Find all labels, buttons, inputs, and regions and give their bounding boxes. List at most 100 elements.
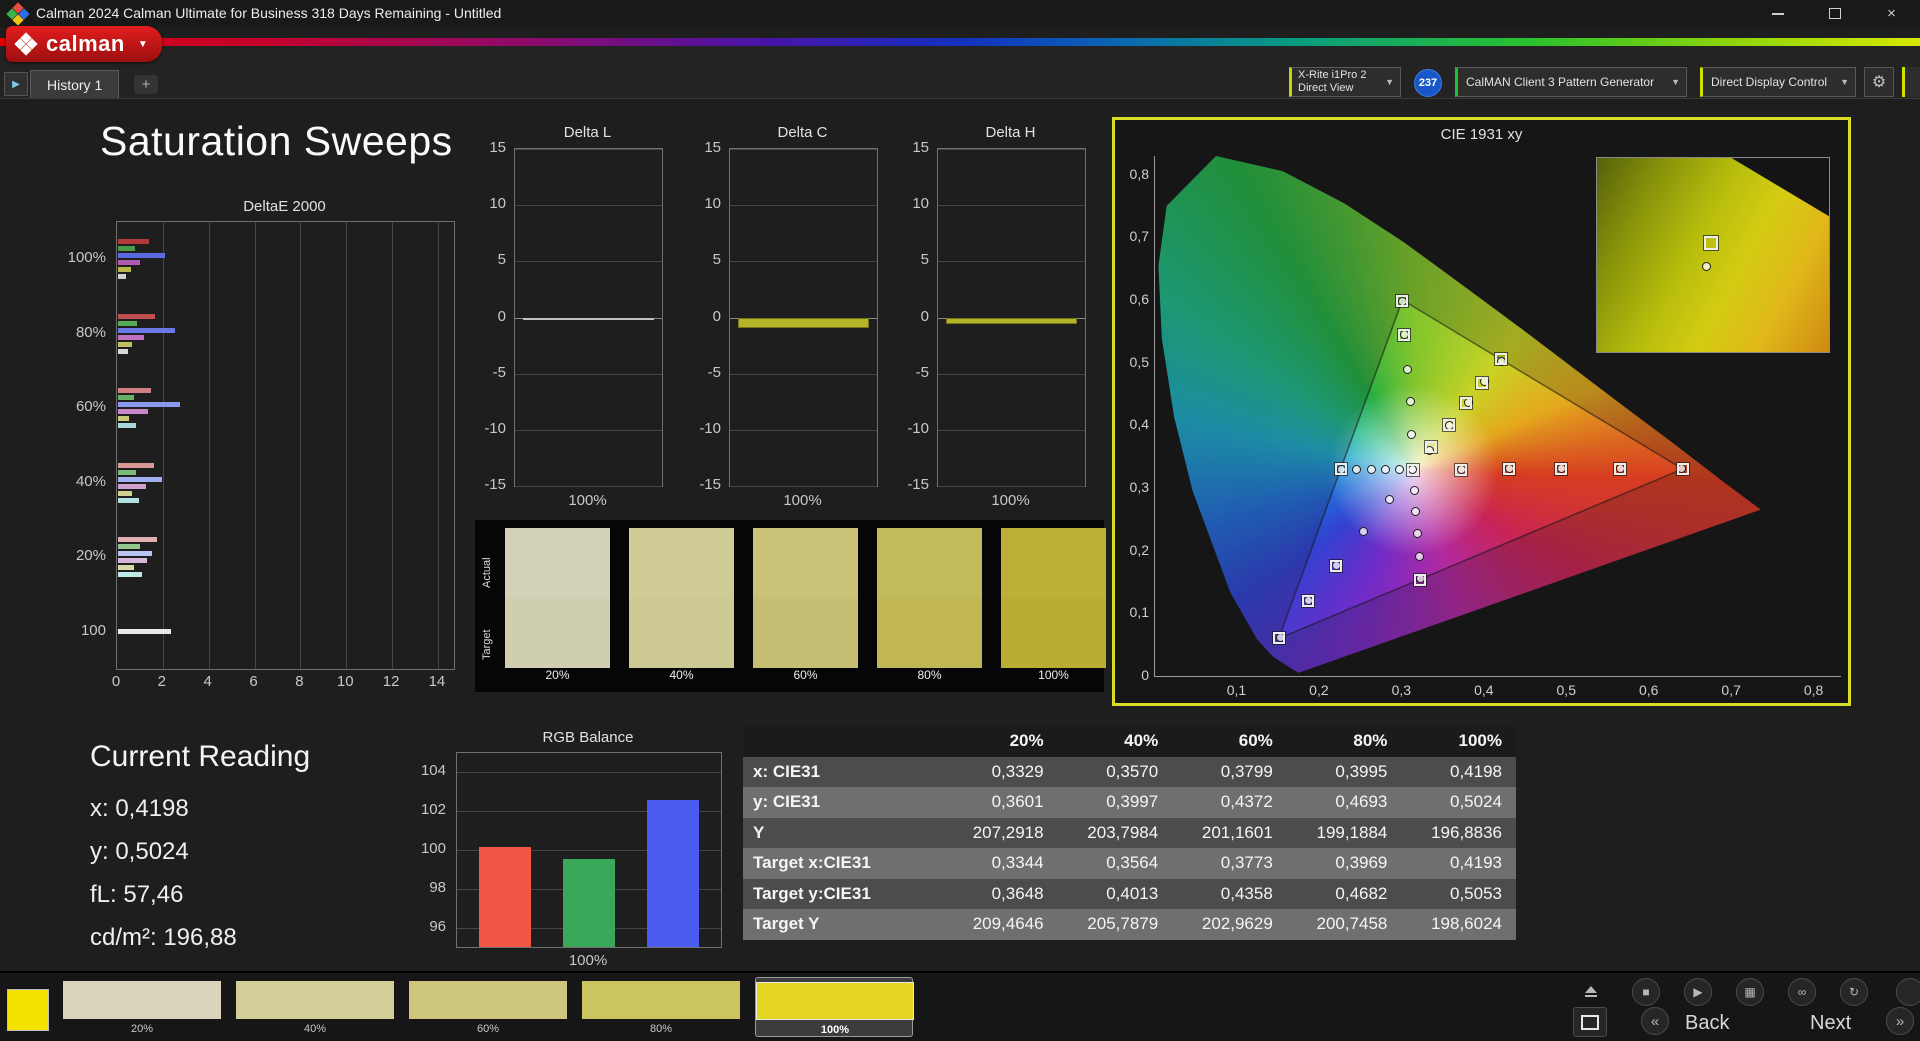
save-button[interactable]: ▦	[1736, 978, 1764, 1006]
delta-c-x-label: 100%	[783, 492, 822, 509]
x-tick-label: 0,1	[1226, 682, 1247, 698]
target-point	[1494, 353, 1507, 366]
saturation-level-label: 60%	[476, 1023, 500, 1035]
y-tick-label: 15	[912, 139, 929, 156]
y-tick-label: 0	[497, 307, 506, 325]
target-row-label: Target	[481, 629, 493, 661]
deltae-y-axis: 100% 80% 60% 40% 20% 100	[40, 221, 110, 668]
chevron-down-icon: ▼	[1671, 77, 1680, 87]
next-chevron-button[interactable]: »	[1886, 1007, 1914, 1035]
gridline	[730, 373, 877, 375]
table-header-row: 20% 40% 60% 80% 100%	[743, 726, 1516, 757]
y-tick-label: 40%	[75, 472, 106, 490]
actual-row-label: Actual	[481, 557, 493, 589]
gridline	[730, 261, 877, 263]
table-cell: 0,4013	[1106, 883, 1159, 903]
saturation-level-button[interactable]: 20%	[63, 977, 221, 1037]
y-tick-label: -10	[484, 419, 506, 437]
table-cell: 202,9629	[1201, 914, 1273, 933]
gridline	[515, 373, 662, 375]
gridline	[730, 429, 877, 431]
saturation-level-label: 20%	[130, 1023, 154, 1035]
y-tick-label: 15	[704, 139, 721, 156]
gridline	[300, 222, 302, 669]
x-tick-label: 10	[336, 673, 354, 690]
saturation-level-button[interactable]: 80%	[582, 977, 740, 1037]
y-tick-label: 20%	[75, 547, 106, 565]
restore-button[interactable]	[1806, 0, 1863, 27]
saturation-level-button[interactable]: 60%	[409, 977, 567, 1037]
gridline	[938, 261, 1085, 263]
inset-measured-point	[1701, 262, 1711, 272]
back-button[interactable]: Back	[1685, 1012, 1729, 1035]
pattern-generator-dropdown[interactable]: CalMAN Client 3 Pattern Generator ▼	[1455, 67, 1687, 97]
minimize-button[interactable]	[1749, 0, 1806, 27]
target-swatch	[505, 598, 610, 668]
calman-menu-button[interactable]: calman ▼	[6, 26, 162, 62]
eject-icon[interactable]	[1576, 978, 1606, 1004]
table-row-label: Y	[753, 822, 765, 842]
actual-swatch	[505, 528, 610, 598]
close-button[interactable]: ×	[1863, 0, 1920, 27]
table-cell: 198,6024	[1431, 914, 1502, 933]
measured-point	[1409, 485, 1419, 495]
target-point	[1460, 396, 1473, 409]
target-point	[1395, 294, 1408, 307]
x-tick-label: 2	[157, 673, 167, 690]
table-cell: 207,2918	[972, 822, 1044, 842]
deltae-bar	[118, 551, 153, 557]
overflow-button[interactable]	[1896, 978, 1920, 1006]
chart-element	[756, 982, 914, 1020]
saturation-level-button[interactable]: 100%	[755, 977, 914, 1037]
back-chevron-button[interactable]: «	[1641, 1007, 1669, 1035]
display-control-dropdown[interactable]: Direct Display Control ▼	[1700, 67, 1856, 97]
delta-c-title: Delta C	[777, 124, 828, 141]
saturation-level-label: 100%	[820, 1024, 850, 1036]
table-cell: 0,3329	[991, 761, 1044, 781]
table-row-label: Target x:CIE31	[753, 853, 871, 872]
saturation-level-button[interactable]: 40%	[236, 977, 394, 1037]
x-tick-label: 14	[428, 673, 446, 690]
delta-l-title: Delta L	[563, 124, 612, 141]
pattern-window-button[interactable]	[1573, 1007, 1607, 1037]
tab-history-1[interactable]: History 1	[30, 70, 120, 98]
delta-bar	[738, 317, 869, 329]
stop-button[interactable]: ■	[1632, 978, 1660, 1006]
table-cell: 0,3997	[1106, 792, 1159, 811]
gear-icon[interactable]: ⚙	[1864, 67, 1894, 97]
y-tick-label: 0,5	[1129, 353, 1149, 370]
refresh-button[interactable]: ↻	[1840, 978, 1868, 1006]
x-tick-label: 0,8	[1803, 682, 1824, 698]
target-point	[1414, 573, 1427, 586]
next-button[interactable]: Next	[1810, 1012, 1851, 1035]
gridline	[254, 222, 256, 669]
swatch-column	[753, 528, 858, 668]
add-tab-button[interactable]: +	[134, 75, 158, 94]
y-tick-label: 5	[712, 251, 721, 269]
deltae-bar	[118, 402, 180, 408]
table-row-label: x: CIE31	[753, 761, 821, 781]
swatch-label: 80%	[917, 668, 942, 682]
history-panel-toggle[interactable]: ▶	[4, 72, 28, 96]
gridline	[938, 429, 1085, 431]
x-tick-label: 0,7	[1721, 682, 1741, 698]
deltae-chart	[116, 221, 455, 670]
toolbar-overflow-item[interactable]	[1902, 67, 1920, 97]
y-tick-label: 0,8	[1129, 165, 1149, 182]
rgb-bar-green	[563, 858, 615, 947]
y-tick-label: 100	[80, 621, 106, 639]
measured-point	[1413, 528, 1423, 538]
x-tick-label: 0,5	[1556, 682, 1576, 698]
page-title: Saturation Sweeps	[100, 118, 453, 164]
table-cell: 203,7984	[1087, 822, 1159, 842]
swatch-column	[629, 528, 734, 668]
meter-dropdown[interactable]: X-Rite i1Pro 2 Direct View ▼	[1289, 67, 1401, 97]
deltae-bar	[118, 239, 149, 245]
table-cell: 0,4682	[1335, 883, 1388, 903]
play-button[interactable]: ▶	[1684, 978, 1712, 1006]
link-button[interactable]: ∞	[1788, 978, 1816, 1006]
gridline	[515, 261, 662, 263]
table-cell: 199,1884	[1316, 822, 1388, 842]
gridline	[437, 222, 439, 669]
table-cell: 0,3601	[991, 792, 1044, 811]
